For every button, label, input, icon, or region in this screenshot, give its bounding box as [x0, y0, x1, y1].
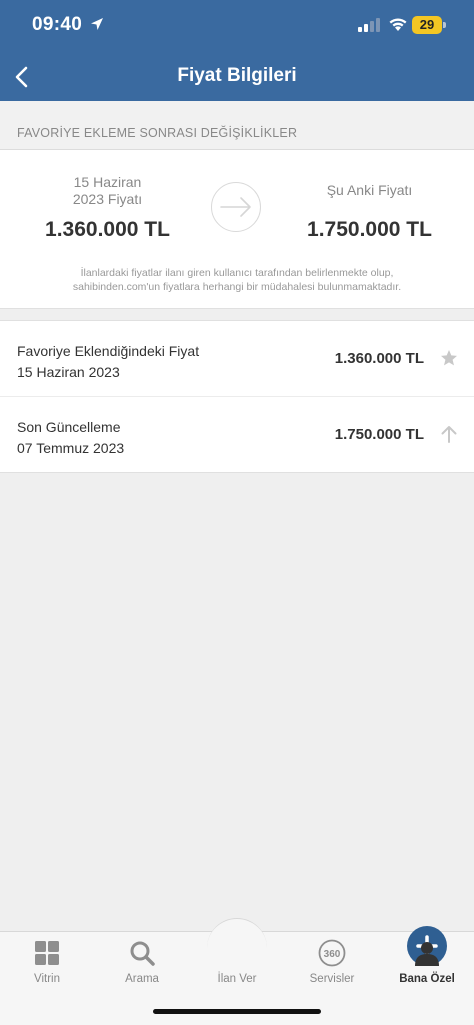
disclaimer-line2: sahibinden.com'un fiyatlara herhangi bir… — [72, 281, 402, 293]
tab-label: Arama — [125, 973, 159, 985]
old-price-value: 1.360.000 TL — [45, 218, 170, 241]
disclaimer-line1: İlanlardaki fiyatlar ilanı giren kullanı… — [80, 267, 394, 279]
arrow-right-icon — [220, 197, 251, 217]
list-item-price: 1.750.000 TL — [334, 426, 424, 443]
wifi-icon — [389, 18, 407, 31]
tab-servisler[interactable]: 360 Servisler — [285, 932, 379, 992]
status-time: 09:40 — [32, 14, 83, 35]
tab-vitrin[interactable]: Vitrin — [0, 932, 94, 992]
battery-indicator: 29 — [412, 16, 442, 34]
top-bar: 09:40 29 Fiyat Bilgileri — [0, 0, 474, 101]
arrow-up-icon — [441, 426, 457, 443]
list-item[interactable]: Favoriye Eklendiğindeki Fiyat 15 Haziran… — [0, 321, 474, 397]
tab-label: İlan Ver — [217, 973, 257, 985]
battery-tip — [443, 22, 446, 28]
list-item[interactable]: Son Güncelleme 07 Temmuz 2023 1.750.000 … — [0, 397, 474, 472]
price-history-list: Favoriye Eklendiğindeki Fiyat 15 Haziran… — [0, 320, 474, 473]
current-price-label: Şu Anki Fiyatı — [326, 182, 413, 198]
section-title: FAVORİYE EKLEME SONRASI DEĞİŞİKLİKLER — [17, 126, 298, 140]
tab-bana-ozel[interactable]: Bana Özel — [380, 932, 474, 992]
list-item-date: 07 Temmuz 2023 — [17, 440, 125, 456]
section-header: FAVORİYE EKLEME SONRASI DEĞİŞİKLİKLER — [0, 101, 474, 150]
cellular-signal-icon — [358, 18, 380, 32]
status-bar: 09:40 29 — [0, 0, 474, 52]
arrow-right-circle-icon — [211, 182, 261, 232]
tab-label: Vitrin — [34, 973, 60, 985]
grid-icon — [35, 941, 59, 965]
old-price-label-line2: 2023 Fiyatı — [72, 191, 143, 207]
current-price-value: 1.750.000 TL — [307, 218, 432, 241]
page-title: Fiyat Bilgileri — [177, 65, 297, 86]
tab-ilan-ver[interactable]: İlan Ver — [190, 926, 447, 992]
old-price-label: 15 Haziran 2023 Fiyatı — [0, 174, 215, 208]
user-icon — [415, 942, 439, 966]
list-item-title: Son Güncelleme — [17, 419, 121, 435]
star-icon — [441, 350, 457, 366]
price-comparison-card: 15 Haziran 2023 Fiyatı 1.360.000 TL Şu A… — [0, 150, 474, 309]
tab-arama[interactable]: Arama — [95, 932, 189, 992]
location-arrow-icon — [91, 18, 103, 30]
list-item-price: 1.360.000 TL — [334, 350, 424, 367]
nav-bar: Fiyat Bilgileri — [0, 52, 474, 100]
tab-label: Bana Özel — [399, 973, 455, 985]
list-item-date: 15 Haziran 2023 — [17, 364, 120, 380]
price-disclaimer: İlanlardaki fiyatlar ilanı giren kullanı… — [30, 266, 444, 294]
home-indicator — [153, 1009, 321, 1014]
list-item-title: Favoriye Eklendiğindeki Fiyat — [17, 343, 200, 359]
search-icon — [130, 941, 155, 966]
360-icon: 360 — [318, 939, 346, 967]
old-price-label-line1: 15 Haziran — [73, 174, 142, 190]
tab-label: Servisler — [309, 973, 355, 985]
svg-text:360: 360 — [324, 949, 341, 960]
